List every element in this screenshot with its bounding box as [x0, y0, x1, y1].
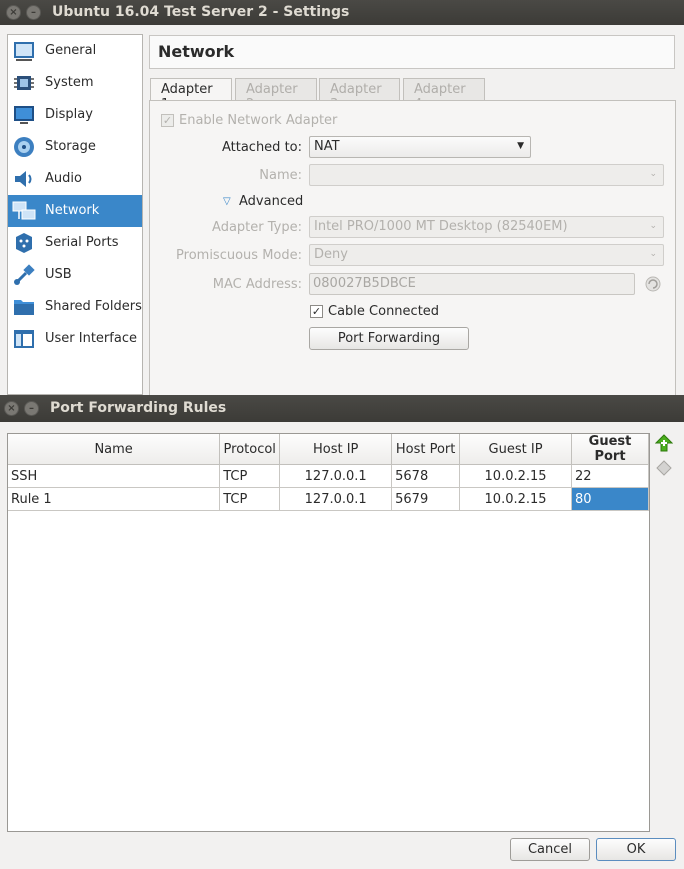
cable-connected-label: Cable Connected — [328, 304, 440, 319]
speaker-icon — [15, 171, 32, 187]
page-title: Network — [158, 42, 235, 61]
window-title: Ubuntu 16.04 Test Server 2 - Settings — [52, 4, 350, 20]
sidebar-item-serial-ports[interactable]: Serial Ports — [8, 227, 142, 259]
network-icon — [12, 201, 36, 220]
add-rule-icon[interactable] — [655, 434, 673, 452]
sidebar-item-label: Network — [45, 203, 100, 218]
cell-guest-port[interactable]: 22 — [571, 464, 649, 488]
mac-address-label: MAC Address: — [212, 277, 302, 292]
sidebar-item-label: Serial Ports — [45, 235, 119, 250]
tab-adapter-2[interactable]: Adapter 2 — [235, 78, 317, 112]
dropdown-arrow-icon: ⌄ — [649, 221, 657, 231]
ok-button[interactable]: OK — [596, 838, 676, 861]
cable-connected-checkbox[interactable]: ✓ — [310, 305, 323, 318]
column-header-guest-ip[interactable]: Guest IP — [459, 434, 573, 465]
attached-to-select[interactable]: NAT ▼ — [309, 136, 531, 158]
sidebar-item-label: USB — [45, 267, 72, 282]
tab-adapter-3[interactable]: Adapter 3 — [319, 78, 400, 112]
mac-address-field[interactable]: 080027B5DBCE — [309, 273, 635, 295]
adapter-type-value: Intel PRO/1000 MT Desktop (82540EM) — [314, 219, 568, 234]
sidebar-item-label: Audio — [45, 171, 82, 186]
tab-adapter-1[interactable]: Adapter 1 — [150, 78, 232, 112]
rules-table: Name Protocol Host IP Host Port Guest IP… — [8, 434, 649, 511]
dropdown-arrow-icon: ⌄ — [649, 249, 657, 259]
cell-protocol[interactable]: TCP — [219, 487, 281, 511]
sidebar-item-label: User Interface — [45, 331, 137, 346]
cell-host-port[interactable]: 5678 — [391, 464, 461, 488]
close-window-button[interactable]: × — [6, 5, 21, 20]
settings-titlebar: × – Ubuntu 16.04 Test Server 2 - Setting… — [0, 0, 684, 25]
column-header-protocol[interactable]: Protocol — [219, 434, 281, 465]
column-header-host-port[interactable]: Host Port — [391, 434, 461, 465]
cell-name[interactable]: Rule 1 — [8, 487, 221, 511]
attached-to-value: NAT — [314, 139, 340, 154]
enable-adapter-checkbox[interactable]: ✓ — [161, 114, 174, 127]
cell-protocol[interactable]: TCP — [219, 464, 281, 488]
advanced-toggle[interactable]: Advanced — [239, 194, 303, 209]
expand-triangle-icon[interactable]: ▽ — [223, 196, 231, 207]
dropdown-arrow-icon: ⌄ — [649, 169, 657, 179]
name-label: Name: — [259, 168, 302, 183]
adapter-type-select[interactable]: Intel PRO/1000 MT Desktop (82540EM) ⌄ — [309, 216, 664, 238]
rules-table-container: Name Protocol Host IP Host Port Guest IP… — [7, 433, 650, 832]
settings-window: × – Ubuntu 16.04 Test Server 2 - Setting… — [0, 0, 684, 395]
disk-icon — [14, 137, 34, 157]
port-forwarding-button[interactable]: Port Forwarding — [309, 327, 469, 350]
serial-port-icon — [16, 233, 32, 253]
cell-guest-ip[interactable]: 10.0.2.15 — [459, 487, 573, 511]
minimize-dialog-button[interactable]: – — [24, 401, 39, 416]
sidebar-item-shared-folders[interactable]: Shared Folders — [8, 291, 142, 323]
tab-adapter-4[interactable]: Adapter 4 — [403, 78, 485, 112]
settings-sidebar: General System Display Storage Audio Net… — [7, 34, 143, 395]
cell-host-ip[interactable]: 127.0.0.1 — [279, 464, 393, 488]
refresh-mac-icon[interactable] — [645, 276, 661, 292]
sidebar-item-label: Storage — [45, 139, 96, 154]
cancel-button[interactable]: Cancel — [510, 838, 590, 861]
close-dialog-button[interactable]: × — [4, 401, 19, 416]
sidebar-item-label: System — [45, 75, 94, 90]
sidebar-item-label: Display — [45, 107, 93, 122]
column-header-host-ip[interactable]: Host IP — [279, 434, 393, 465]
sidebar-item-label: General — [45, 43, 97, 58]
cell-guest-ip[interactable]: 10.0.2.15 — [459, 464, 573, 488]
sidebar-item-label: Shared Folders — [45, 299, 142, 314]
sidebar-item-storage[interactable]: Storage — [8, 131, 142, 163]
user-interface-icon — [14, 330, 34, 348]
promiscuous-mode-select[interactable]: Deny ⌄ — [309, 244, 664, 266]
cell-host-ip[interactable]: 127.0.0.1 — [279, 487, 393, 511]
sidebar-item-display[interactable]: Display — [8, 99, 142, 131]
sidebar-item-system[interactable]: System — [8, 67, 142, 99]
column-header-guest-port[interactable]: Guest Port — [571, 434, 649, 465]
name-select[interactable]: ⌄ — [309, 164, 664, 186]
minimize-window-button[interactable]: – — [26, 5, 41, 20]
promiscuous-mode-value: Deny — [314, 247, 348, 262]
port-forwarding-dialog: × – Port Forwarding Rules Name Protocol … — [0, 395, 684, 869]
dialog-titlebar: × – Port Forwarding Rules — [0, 395, 684, 422]
dropdown-arrow-icon: ▼ — [517, 141, 524, 151]
general-icon — [14, 42, 34, 61]
sidebar-item-usb[interactable]: USB — [8, 259, 142, 291]
sidebar-item-general[interactable]: General — [8, 35, 142, 67]
cell-host-port[interactable]: 5679 — [391, 487, 461, 511]
sidebar-item-audio[interactable]: Audio — [8, 163, 142, 195]
dialog-title: Port Forwarding Rules — [50, 400, 227, 416]
system-chip-icon — [14, 76, 34, 90]
folder-icon — [14, 300, 34, 315]
attached-to-label: Attached to: — [221, 140, 302, 155]
sidebar-item-network[interactable]: Network — [8, 195, 142, 227]
cell-name[interactable]: SSH — [8, 464, 221, 488]
promiscuous-mode-label: Promiscuous Mode: — [176, 248, 302, 263]
column-header-name[interactable]: Name — [8, 434, 221, 465]
monitor-icon — [14, 106, 34, 124]
remove-rule-icon[interactable] — [655, 459, 673, 477]
enable-adapter-label: Enable Network Adapter — [179, 113, 338, 128]
cell-guest-port[interactable]: 80 — [571, 487, 649, 511]
table-row[interactable]: SSH TCP 127.0.0.1 5678 10.0.2.15 22 — [8, 464, 649, 488]
usb-icon — [14, 264, 35, 285]
table-row[interactable]: Rule 1 TCP 127.0.0.1 5679 10.0.2.15 80 — [8, 487, 649, 511]
table-header-row: Name Protocol Host IP Host Port Guest IP… — [8, 434, 649, 465]
sidebar-item-user-interface[interactable]: User Interface — [8, 323, 142, 355]
section-header: Network — [149, 35, 675, 69]
adapter-type-label: Adapter Type: — [212, 220, 302, 235]
